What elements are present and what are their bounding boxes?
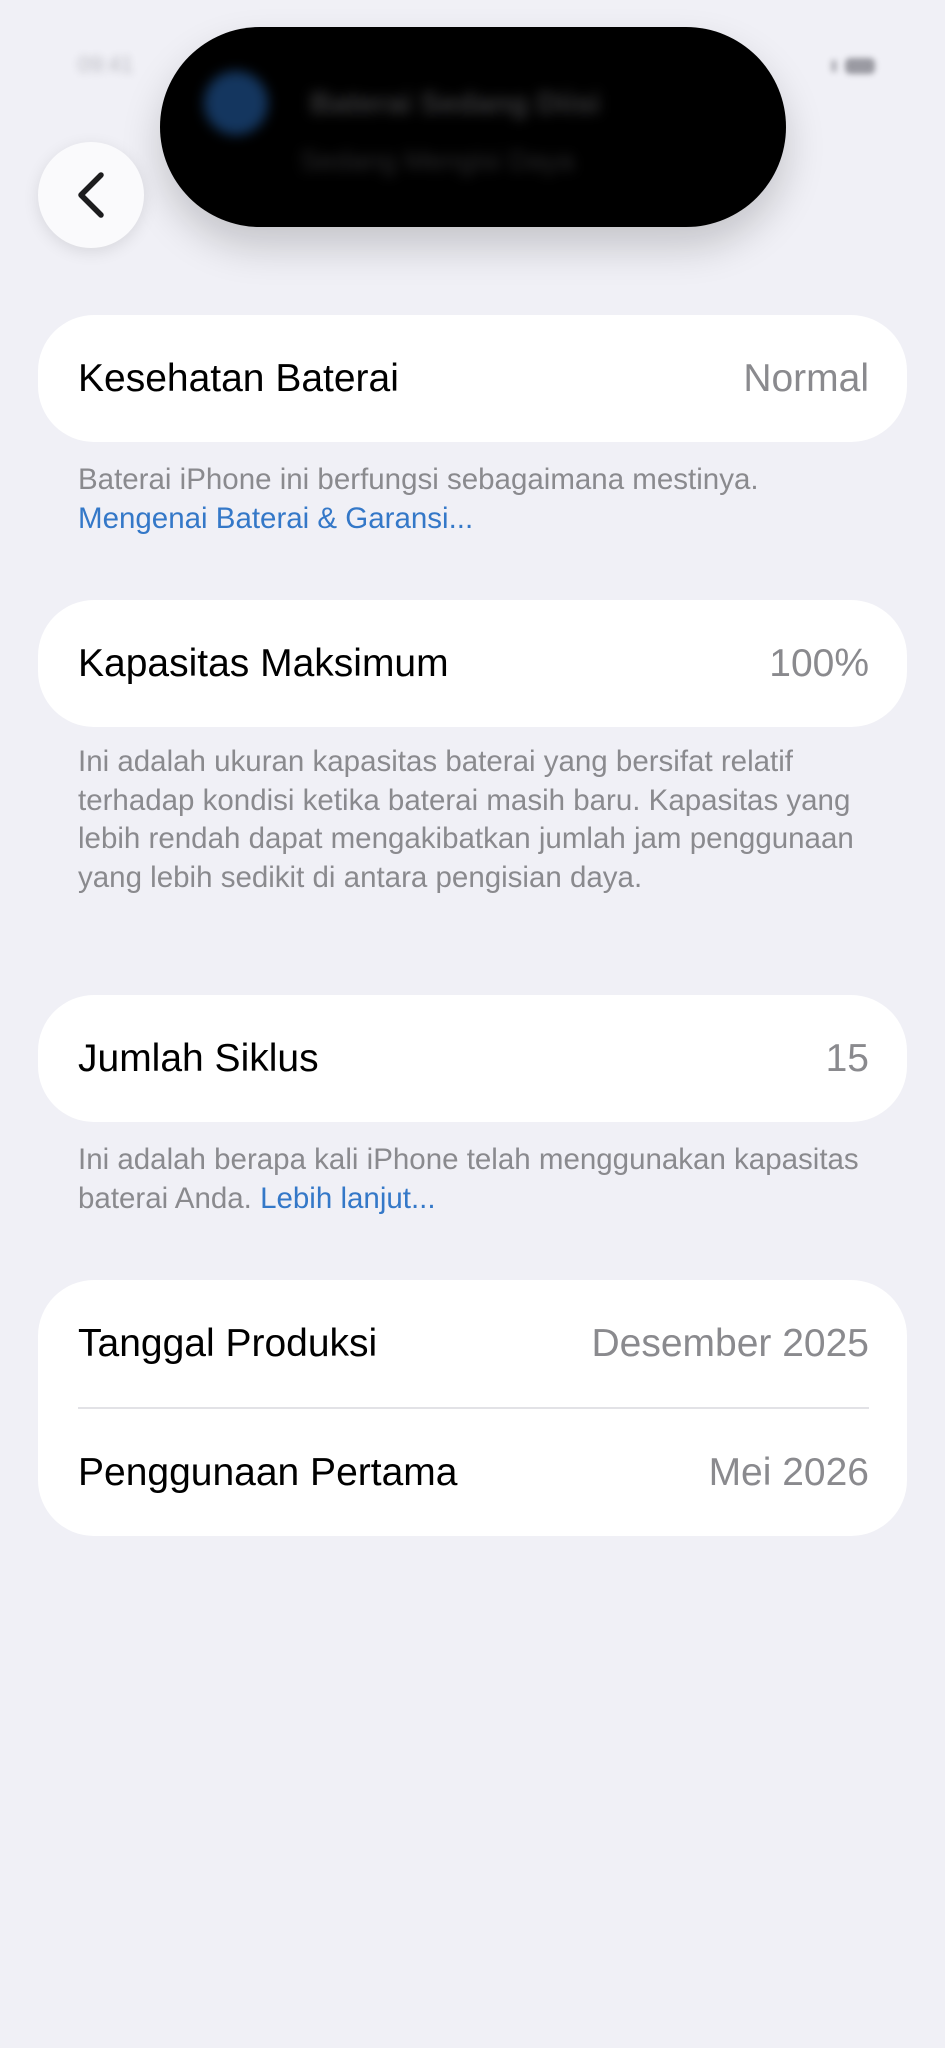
maximum-capacity-label: Kapasitas Maksimum	[78, 641, 449, 685]
cycle-count-card: Jumlah Siklus 15	[38, 995, 907, 1122]
back-button[interactable]	[38, 142, 144, 248]
first-use-value: Mei 2026	[708, 1450, 869, 1494]
maximum-capacity-card: Kapasitas Maksimum 100%	[38, 600, 907, 727]
manufacture-date-row: Tanggal Produksi Desember 2025	[38, 1280, 907, 1407]
manufacture-date-value: Desember 2025	[591, 1321, 870, 1365]
battery-warranty-link[interactable]: Mengenai Baterai & Garansi...	[78, 502, 473, 535]
maximum-capacity-row: Kapasitas Maksimum 100%	[38, 600, 907, 727]
dates-card: Tanggal Produksi Desember 2025 Penggunaa…	[38, 1280, 907, 1536]
battery-status-icon	[831, 56, 875, 78]
learn-more-link[interactable]: Lebih lanjut...	[260, 1182, 436, 1215]
cycle-count-footnote: Ini adalah berapa kali iPhone telah meng…	[78, 1141, 878, 1218]
first-use-label: Penggunaan Pertama	[78, 1450, 458, 1494]
island-title: Baterai Sedang Diisi	[310, 87, 601, 120]
chevron-left-icon	[78, 172, 104, 218]
charging-icon	[204, 71, 268, 135]
cycle-count-footnote-text: Ini adalah berapa kali iPhone telah meng…	[78, 1143, 859, 1215]
manufacture-date-label: Tanggal Produksi	[78, 1321, 378, 1365]
cycle-count-value: 15	[825, 1036, 869, 1080]
status-time: 09:41	[78, 52, 134, 77]
battery-health-label: Kesehatan Baterai	[78, 356, 399, 400]
cycle-count-row: Jumlah Siklus 15	[38, 995, 907, 1122]
maximum-capacity-footnote: Ini adalah ukuran kapasitas baterai yang…	[78, 745, 854, 894]
battery-health-footnote-text: Baterai iPhone ini berfungsi sebagaimana…	[78, 463, 759, 496]
island-subtitle: Sedang Mengisi Daya	[300, 145, 574, 176]
battery-health-row: Kesehatan Baterai Normal	[38, 315, 907, 442]
dynamic-island[interactable]: Baterai Sedang Diisi Sedang Mengisi Daya	[160, 27, 786, 227]
battery-health-value: Normal	[743, 356, 869, 400]
battery-health-footnote: Baterai iPhone ini berfungsi sebagaimana…	[78, 461, 878, 538]
first-use-row: Penggunaan Pertama Mei 2026	[38, 1409, 907, 1536]
maximum-capacity-value: 100%	[769, 641, 869, 685]
cycle-count-label: Jumlah Siklus	[78, 1036, 319, 1080]
battery-health-card: Kesehatan Baterai Normal	[38, 315, 907, 442]
